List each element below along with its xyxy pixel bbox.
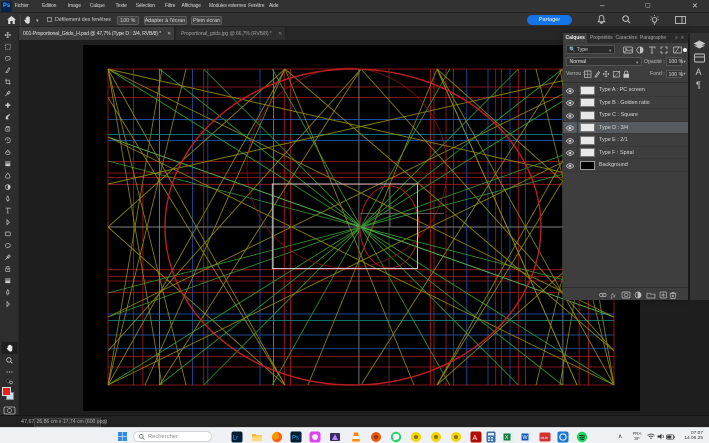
svg-text:X: X [505, 435, 509, 441]
svg-text:Ps: Ps [292, 436, 299, 442]
svg-text:A: A [473, 435, 478, 442]
svg-text:A: A [696, 67, 702, 77]
svg-text:Lr: Lr [233, 436, 238, 442]
svg-text:club: club [541, 435, 549, 440]
svg-text:fx: fx [611, 293, 616, 300]
svg-text:¶: ¶ [696, 80, 701, 90]
svg-text:W: W [522, 435, 528, 441]
